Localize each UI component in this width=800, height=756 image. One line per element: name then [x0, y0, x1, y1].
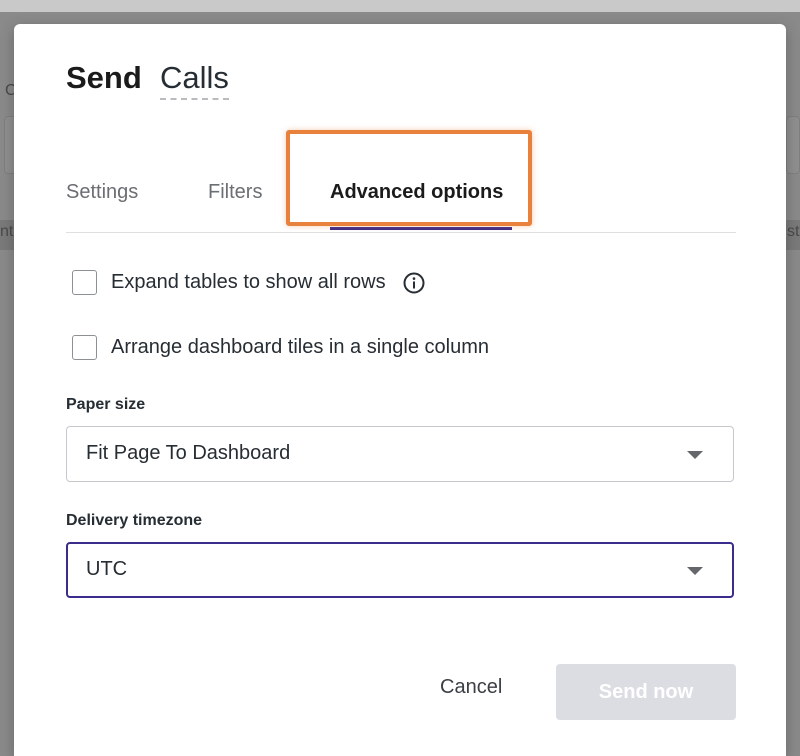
background-text: st — [787, 223, 800, 240]
paper-size-label: Paper size — [66, 396, 146, 413]
option-single-column: Arrange dashboard tiles in a single colu… — [72, 335, 489, 360]
dialog-item-name[interactable]: Calls — [160, 60, 229, 100]
tab-filters[interactable]: Filters — [208, 181, 262, 204]
background-input — [786, 116, 800, 174]
timezone-label: Delivery timezone — [66, 512, 203, 529]
single-column-label: Arrange dashboard tiles in a single colu… — [111, 336, 489, 358]
send-now-button[interactable]: Send now — [556, 664, 736, 720]
timezone-select[interactable]: UTC — [66, 542, 734, 598]
tab-settings[interactable]: Settings — [66, 181, 138, 204]
single-column-checkbox[interactable] — [72, 335, 97, 360]
top-strip — [0, 0, 800, 12]
active-tab-indicator — [330, 227, 512, 230]
caret-down-icon — [687, 451, 703, 459]
annotation-highlight-box — [286, 130, 532, 226]
expand-tables-checkbox[interactable] — [72, 270, 97, 295]
caret-down-icon — [687, 567, 703, 575]
paper-size-value: Fit Page To Dashboard — [86, 442, 291, 464]
info-icon[interactable] — [402, 271, 426, 295]
paper-size-select[interactable]: Fit Page To Dashboard — [66, 426, 734, 482]
expand-tables-label: Expand tables to show all rows — [111, 271, 386, 293]
cancel-button[interactable]: Cancel — [440, 676, 502, 699]
background-text: nt — [0, 223, 14, 240]
timezone-value: UTC — [86, 558, 128, 580]
option-expand-tables: Expand tables to show all rows — [72, 270, 426, 295]
dialog-title: Send — [66, 60, 142, 95]
